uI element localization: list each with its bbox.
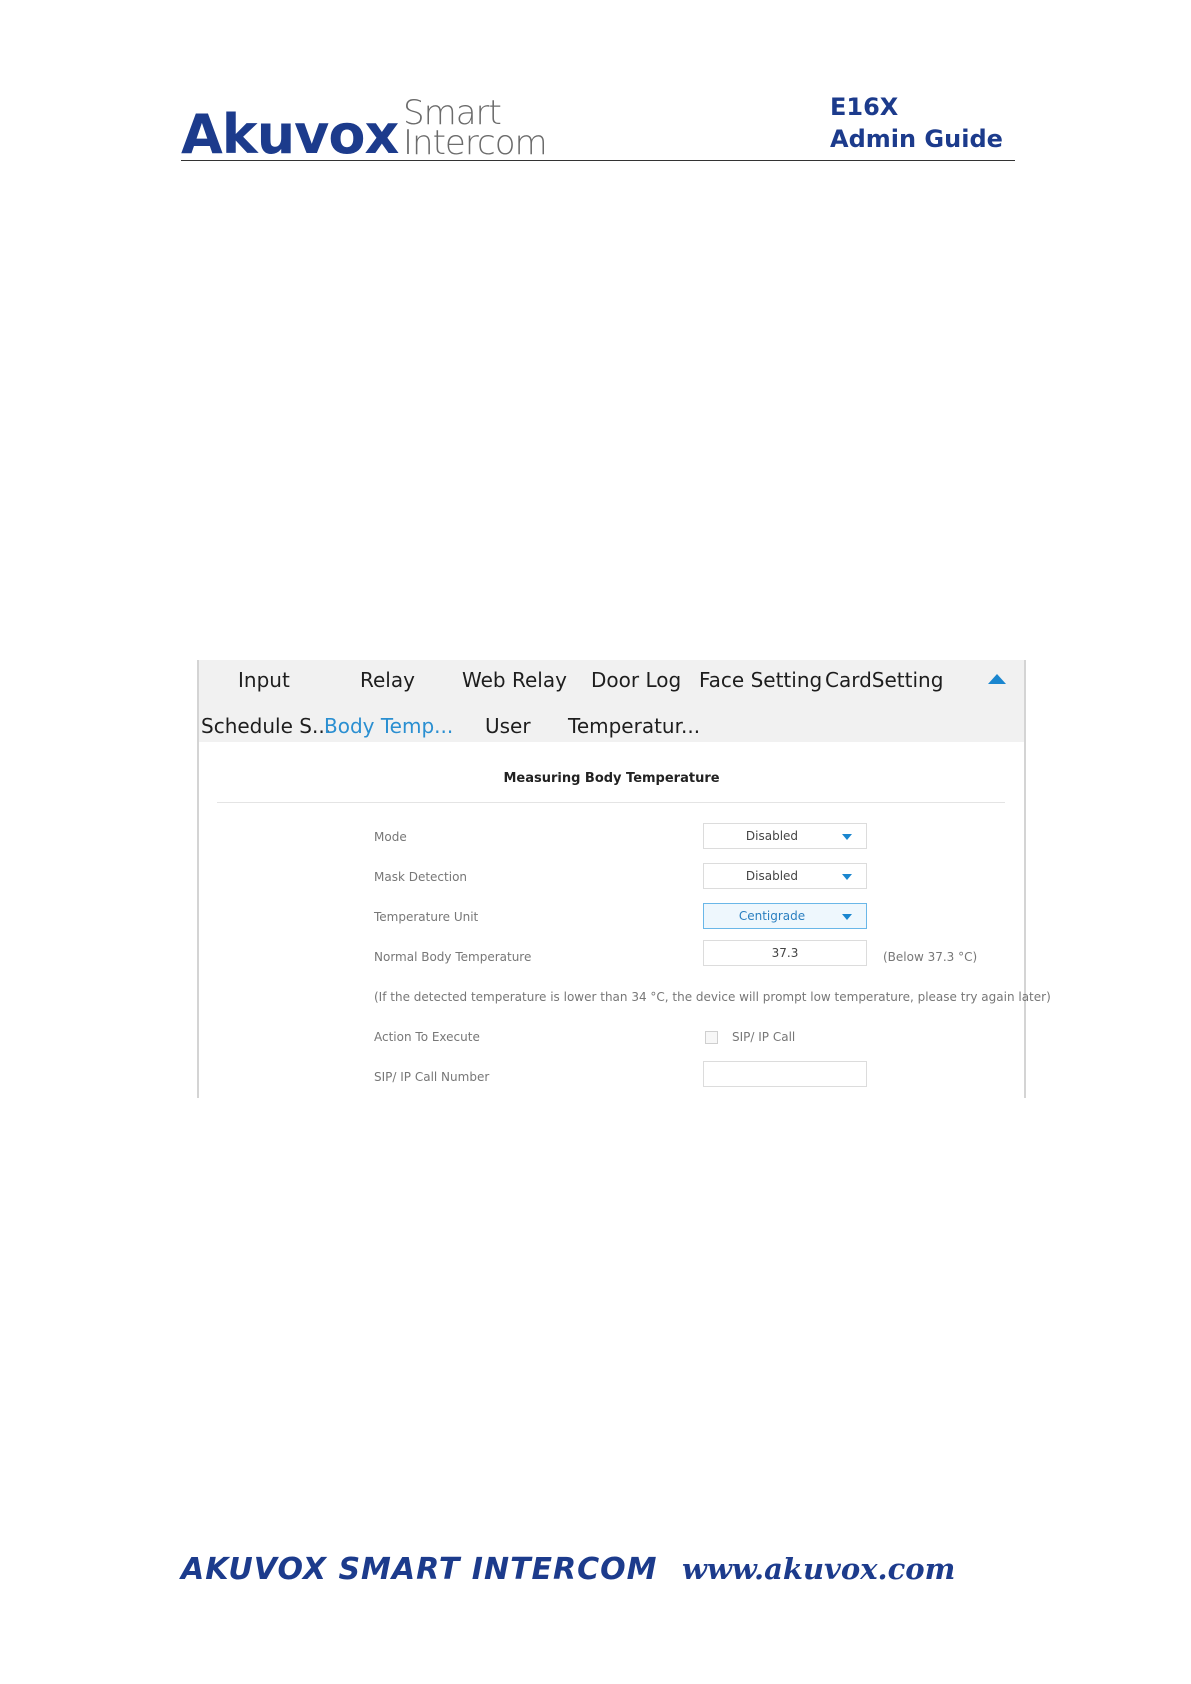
mode-value: Disabled <box>745 829 799 843</box>
mask-detection-value: Disabled <box>745 869 799 883</box>
mode-label: Mode <box>374 830 407 844</box>
section-divider <box>217 802 1005 803</box>
section-title: Measuring Body Temperature <box>503 771 720 786</box>
mask-detection-label: Mask Detection <box>374 870 468 884</box>
tab-face-setting[interactable]: Face Setting <box>699 668 822 692</box>
footer-website: www.akuvox.com <box>682 1552 956 1586</box>
normal-body-temperature-input[interactable]: 37.3 <box>703 940 867 966</box>
tab-body-temp[interactable]: Body Temp... <box>324 714 453 738</box>
normal-body-temperature-hint: (Below 37.3 °C) <box>883 950 978 964</box>
sip-ip-call-number-label: SIP/ IP Call Number <box>374 1070 490 1084</box>
normal-body-temperature-label: Normal Body Temperature <box>374 950 532 964</box>
tab-schedule[interactable]: Schedule S... <box>201 714 331 738</box>
footer-company: AKUVOX SMART INTERCOM <box>181 1552 658 1587</box>
tab-web-relay[interactable]: Web Relay <box>462 668 567 692</box>
brand-sub-line2: Intercom <box>403 123 548 163</box>
brand-logo: Akuvox <box>181 103 399 166</box>
tab-input[interactable]: Input <box>238 668 290 692</box>
header-divider <box>181 160 1015 161</box>
tab-relay[interactable]: Relay <box>360 668 415 692</box>
tab-temperature[interactable]: Temperatur... <box>568 714 700 738</box>
doc-type: Admin Guide <box>830 125 1003 153</box>
tab-door-log[interactable]: Door Log <box>591 668 681 692</box>
sip-ip-call-checkbox[interactable] <box>705 1031 718 1044</box>
temperature-unit-label: Temperature Unit <box>374 910 479 924</box>
triangle-up-icon[interactable] <box>988 674 1006 684</box>
doc-model: E16X <box>830 93 899 121</box>
sip-ip-call-number-input[interactable] <box>703 1061 867 1087</box>
temperature-unit-value: Centigrade <box>738 909 806 923</box>
tab-card-setting[interactable]: CardSetting <box>825 668 943 692</box>
tab-user[interactable]: User <box>485 714 531 738</box>
settings-panel: Input Relay Web Relay Door Log Face Sett… <box>197 660 1051 1098</box>
dropdown-arrow-icon <box>842 874 852 880</box>
dropdown-arrow-icon <box>842 834 852 840</box>
low-temperature-note: (If the detected temperature is lower th… <box>374 990 1051 1004</box>
sip-ip-call-option-label: SIP/ IP Call <box>732 1030 796 1044</box>
tab-bar: Input Relay Web Relay Door Log Face Sett… <box>199 660 1024 742</box>
dropdown-arrow-icon <box>842 914 852 920</box>
action-to-execute-label: Action To Execute <box>374 1030 480 1044</box>
mask-detection-select[interactable]: Disabled <box>703 863 867 889</box>
temperature-unit-select[interactable]: Centigrade <box>703 903 867 929</box>
mode-select[interactable]: Disabled <box>703 823 867 849</box>
